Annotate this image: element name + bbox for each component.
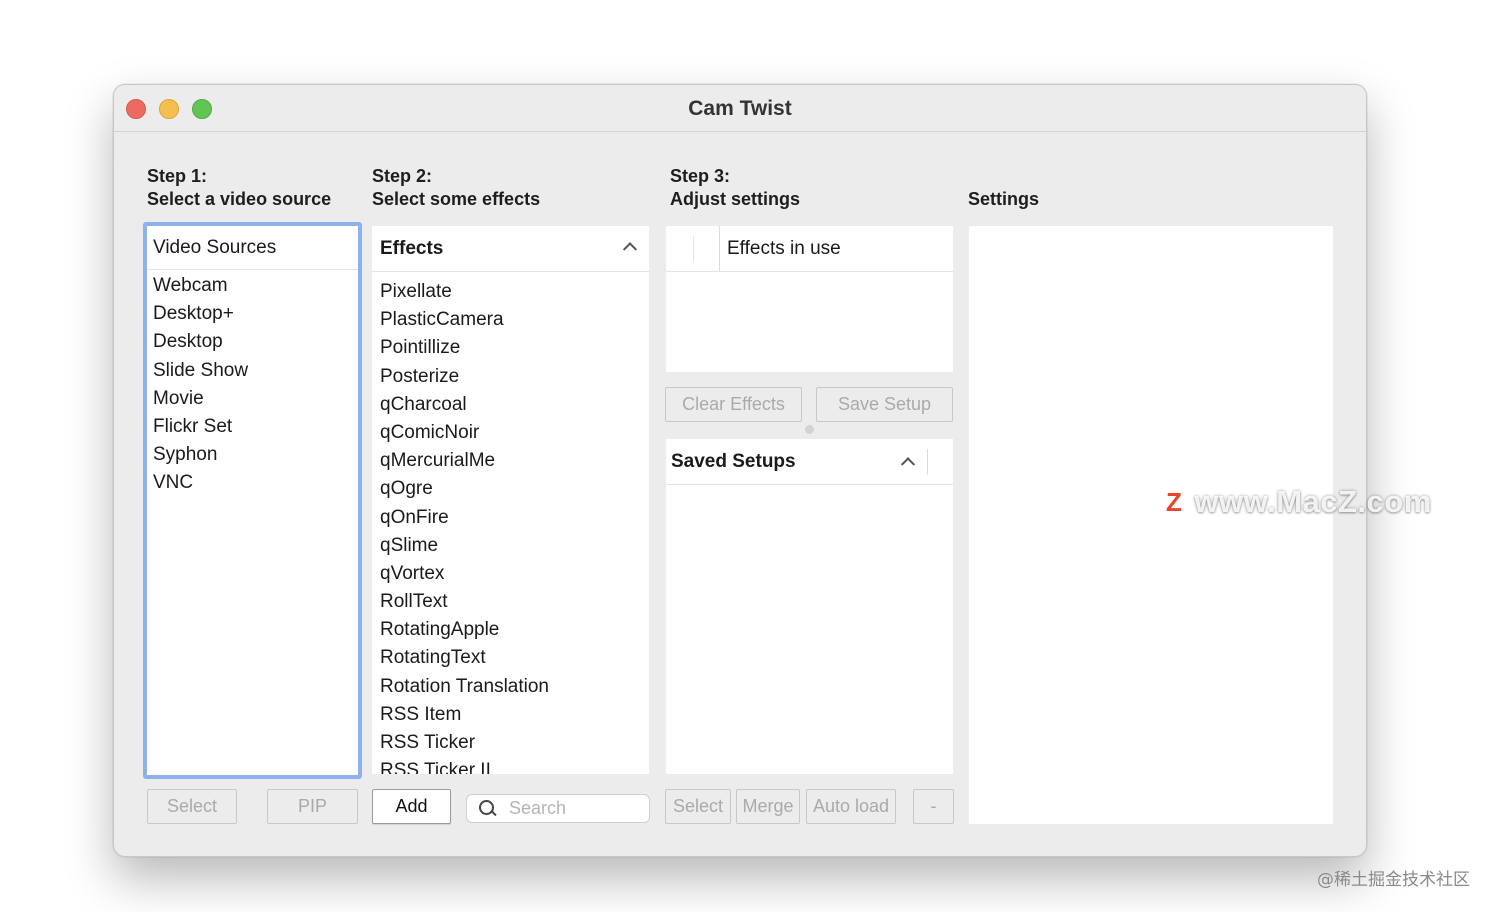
settings-panel [969,226,1333,824]
video-sources-list[interactable]: Video Sources Webcam Desktop+ Desktop Slide… [143,222,362,779]
step1-heading: Step 1: Select a video source [147,166,332,209]
effects-in-use-list[interactable]: Effects in use [666,226,953,372]
effect-item[interactable]: RotatingText [372,644,649,672]
chevron-up-icon[interactable] [900,457,916,472]
step2-heading: Step 2: Select some effects [372,166,541,209]
select-setup-button[interactable]: Select [665,789,731,824]
watermark-text: www.MacZ.com [1194,484,1432,519]
save-setup-button[interactable]: Save Setup [816,387,953,422]
clear-effects-button[interactable]: Clear Effects [665,387,802,422]
effect-item[interactable]: RollText [372,588,649,616]
pip-button[interactable]: PIP [267,789,358,824]
video-source-item[interactable]: Flickr Set [147,413,358,441]
video-sources-header[interactable]: Video Sources [147,226,358,270]
video-sources-items: Webcam Desktop+ Desktop Slide Show Movie Flic… [147,270,358,498]
effect-item[interactable]: qVortex [372,560,649,588]
auto-load-button[interactable]: Auto load [806,789,896,824]
effects-search-field[interactable]: Search [466,794,650,823]
effect-item[interactable]: Rotation Translation [372,673,649,701]
effect-item[interactable]: qComicNoir [372,419,649,447]
effects-items: Pixellate PlasticCamera Pointillize Posteri… [372,272,649,774]
chevron-up-icon[interactable] [622,242,638,257]
video-source-item[interactable]: Slide Show [147,357,358,385]
saved-setups-label: Saved Setups [671,450,796,472]
column-divider [666,226,720,271]
effect-item[interactable]: qOgre [372,475,649,503]
effect-item[interactable]: PlasticCamera [372,306,649,334]
split-handle[interactable] [805,425,814,434]
effect-item[interactable]: qCharcoal [372,391,649,419]
effect-item[interactable]: Pixellate [372,278,649,306]
effect-item[interactable]: Posterize [372,363,649,391]
search-icon [479,799,497,818]
step3-heading: Step 3: Adjust settings [670,166,801,209]
effect-item[interactable]: RSS Ticker [372,729,649,757]
saved-setups-header[interactable]: Saved Setups [666,439,953,485]
column-divider [927,449,928,475]
video-source-item[interactable]: Desktop [147,328,358,356]
watermark: Z www.MacZ.com [1166,484,1432,520]
video-source-item[interactable]: Syphon [147,441,358,469]
effect-item[interactable]: qMercurialMe [372,447,649,475]
effects-header[interactable]: Effects [372,226,649,272]
merge-button[interactable]: Merge [736,789,800,824]
effect-item[interactable]: RotatingApple [372,616,649,644]
video-source-item[interactable]: Movie [147,385,358,413]
effects-list[interactable]: Effects Pixellate PlasticCamera Pointilliz… [372,226,649,774]
video-source-item[interactable]: VNC [147,469,358,497]
effects-header-label: Effects [380,237,444,259]
add-effect-button[interactable]: Add [372,789,451,824]
credit-text: @稀土掘金技术社区 [1317,870,1470,890]
video-source-item[interactable]: Desktop+ [147,300,358,328]
effect-item[interactable]: Pointillize [372,334,649,362]
effect-item[interactable]: qOnFire [372,504,649,532]
watermark-logo: Z [1166,486,1183,517]
saved-setups-list[interactable]: Saved Setups [666,439,953,774]
effect-item[interactable]: RSS Ticker II [372,757,649,774]
search-placeholder: Search [509,798,567,818]
video-source-item[interactable]: Webcam [147,272,358,300]
effect-item[interactable]: qSlime [372,532,649,560]
app-window: Cam Twist Step 1: Select a video source … [113,84,1367,857]
window-title: Cam Twist [688,97,792,120]
remove-setup-button[interactable]: - [913,789,954,824]
effect-item[interactable]: RSS Item [372,701,649,729]
title-bar: Cam Twist [114,85,1366,132]
effects-in-use-header[interactable]: Effects in use [666,226,953,272]
select-source-button[interactable]: Select [147,789,237,824]
effects-in-use-label: Effects in use [727,237,841,259]
settings-heading: Settings [968,189,1040,209]
